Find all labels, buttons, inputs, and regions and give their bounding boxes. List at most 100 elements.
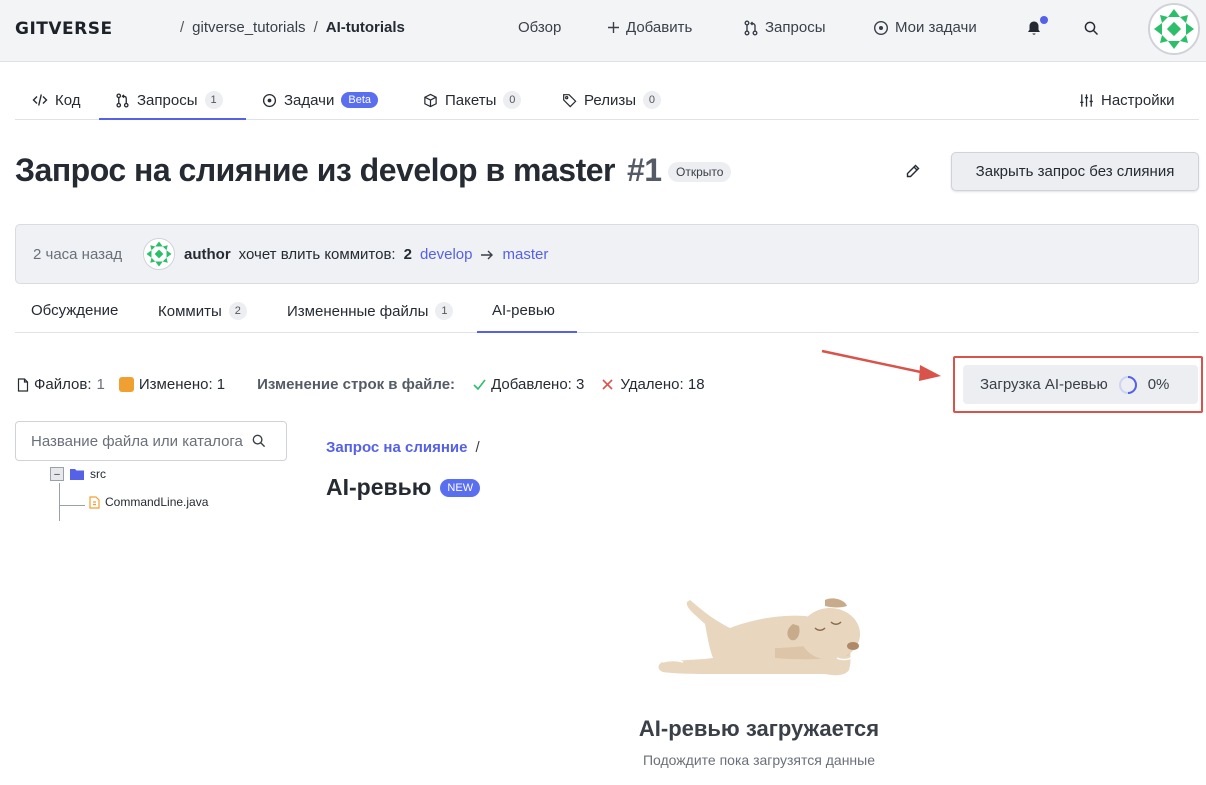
nav-overview-link[interactable]: Обзор [518,19,561,36]
nav-overview-label: Обзор [518,19,562,36]
top-navigation-bar: GITVERSE / gitverse_tutorials / AI-tutorial… [0,0,1206,62]
tab-ai-review-label: AI-ревью [492,302,555,319]
pull-request-icon [115,92,130,108]
tab-code[interactable]: Код [32,80,81,120]
changed-label: Изменено: 1 [138,376,226,393]
added-label: Добавлено: 3 [491,376,585,393]
tree-folder-src[interactable]: – src [50,467,208,481]
active-subtab-indicator [477,331,577,333]
tab-code-label: Код [55,91,81,109]
notification-dot [1040,16,1048,24]
file-search-input[interactable]: Название файла или каталога [15,421,287,461]
nav-my-tasks-link[interactable]: Мои задачи [873,19,977,36]
ai-review-percent: 0% [1147,376,1170,393]
close-without-merge-button[interactable]: Закрыть запрос без слияния [951,152,1199,191]
packages-count-badge: 0 [503,91,522,109]
deleted-label: Удалено: 18 [620,376,705,393]
tab-settings[interactable]: Настройки [1079,80,1175,120]
changed-files-count-badge: 1 [435,302,454,320]
pr-title-text: Запрос на слияние из develop в master [15,152,616,188]
package-icon [423,93,438,108]
notifications-button[interactable] [1026,20,1042,37]
diff-stats: Файлов: 1 Изменено: 1 Изменение строк в … [17,376,705,393]
pencil-icon [905,163,921,179]
tab-commits-label: Коммиты [158,302,222,320]
folder-icon [70,468,84,480]
breadcrumb-separator: / [313,19,318,36]
new-badge: NEW [440,478,481,497]
breadcrumb-repo-link[interactable]: AI-tutorials [326,19,405,36]
author-avatar[interactable] [143,238,175,270]
target-branch-link[interactable]: master [502,246,548,263]
arrow-right-icon [480,249,494,261]
tab-packages[interactable]: Пакеты 0 [423,80,522,120]
releases-count-badge: 0 [642,91,661,109]
pull-request-icon [743,20,759,36]
loading-subtitle: Подождите пока загрузятся данные [642,752,876,768]
commits-count-badge: 2 [228,302,247,320]
commit-count: 2 [403,246,412,263]
repo-tabs: Код Запросы 1 Задачи Beta Пакеты 0 Релиз… [15,80,1199,120]
changed-indicator [118,377,134,392]
tab-requests-label: Запросы [137,91,198,109]
annotation-arrow [821,349,941,381]
author-link[interactable]: author [184,246,231,263]
cross-icon [602,379,613,390]
ai-review-title-text: AI-ревью [326,474,432,500]
spinner-icon [1118,375,1138,395]
issue-icon [262,93,277,108]
tab-settings-label: Настройки [1101,91,1175,109]
nav-my-tasks-label: Мои задачи [895,19,977,36]
wants-text: хочет влить коммитов: [238,246,396,263]
tab-releases[interactable]: Релизы 0 [562,80,661,120]
plus-icon [607,21,620,34]
tab-packages-label: Пакеты [445,91,497,109]
tab-requests[interactable]: Запросы 1 [115,80,223,120]
tab-tasks-label: Задачи [284,91,335,109]
files-value: 1 [96,376,105,393]
tree-file-item[interactable]: CommandLine.java [80,495,208,509]
file-name: CommandLine.java [105,495,209,509]
pr-number: #1 [627,152,662,188]
tab-ai-review[interactable]: AI-ревью [492,302,555,319]
pr-time: 2 часа назад [33,246,123,263]
lines-changed-label: Изменение строк в файле: [257,376,456,393]
pr-title: Запрос на слияние из develop в master #1 [15,152,662,189]
tab-commits[interactable]: Коммиты 2 [158,302,247,320]
pr-sub-tabs: Обсуждение Коммиты 2 Измененные файлы 1 AI… [15,296,1199,333]
status-badge: Открыто [668,162,732,182]
merge-request-breadcrumb-link[interactable]: Запрос на слияние [326,439,467,456]
gitverse-logo[interactable]: GITVERSE [15,19,113,39]
loading-title: AI-ревью загружается [638,716,880,741]
file-icon [17,377,29,392]
breadcrumb-separator: / [180,19,185,36]
search-icon [1084,21,1099,36]
edit-title-button[interactable] [905,163,921,184]
ai-review-loading-button[interactable]: Загрузка AI-ревью 0% [963,365,1198,404]
search-button[interactable] [1084,21,1099,36]
nav-requests-link[interactable]: Запросы [743,19,826,36]
nav-requests-label: Запросы [765,19,826,36]
file-search-placeholder: Название файла или каталога [31,432,243,450]
java-file-icon [89,495,100,509]
nav-add-button[interactable]: Добавить [607,19,692,36]
tab-discussion[interactable]: Обсуждение [31,302,118,319]
ai-review-loading-label: Загрузка AI-ревью [980,376,1108,393]
user-avatar[interactable] [1148,3,1200,55]
tab-changed-files[interactable]: Измененные файлы 1 [287,302,454,320]
collapse-icon[interactable]: – [50,467,64,481]
source-branch-link[interactable]: develop [420,246,473,263]
content-breadcrumb: Запрос на слияние / [326,439,480,456]
tab-releases-label: Релизы [584,91,636,109]
ai-review-title: AI-ревью NEW [326,474,481,501]
tag-icon [562,93,577,108]
tab-discussion-label: Обсуждение [31,302,119,319]
tab-tasks[interactable]: Задачи Beta [262,80,379,120]
search-icon [252,434,266,448]
sleeping-dog-illustration [658,598,860,676]
active-tab-indicator [99,118,246,120]
tab-changed-files-label: Измененные файлы [287,302,429,320]
check-icon [473,379,486,390]
breadcrumb-owner-link[interactable]: gitverse_tutorials [192,19,305,36]
files-label: Файлов: [34,376,92,393]
